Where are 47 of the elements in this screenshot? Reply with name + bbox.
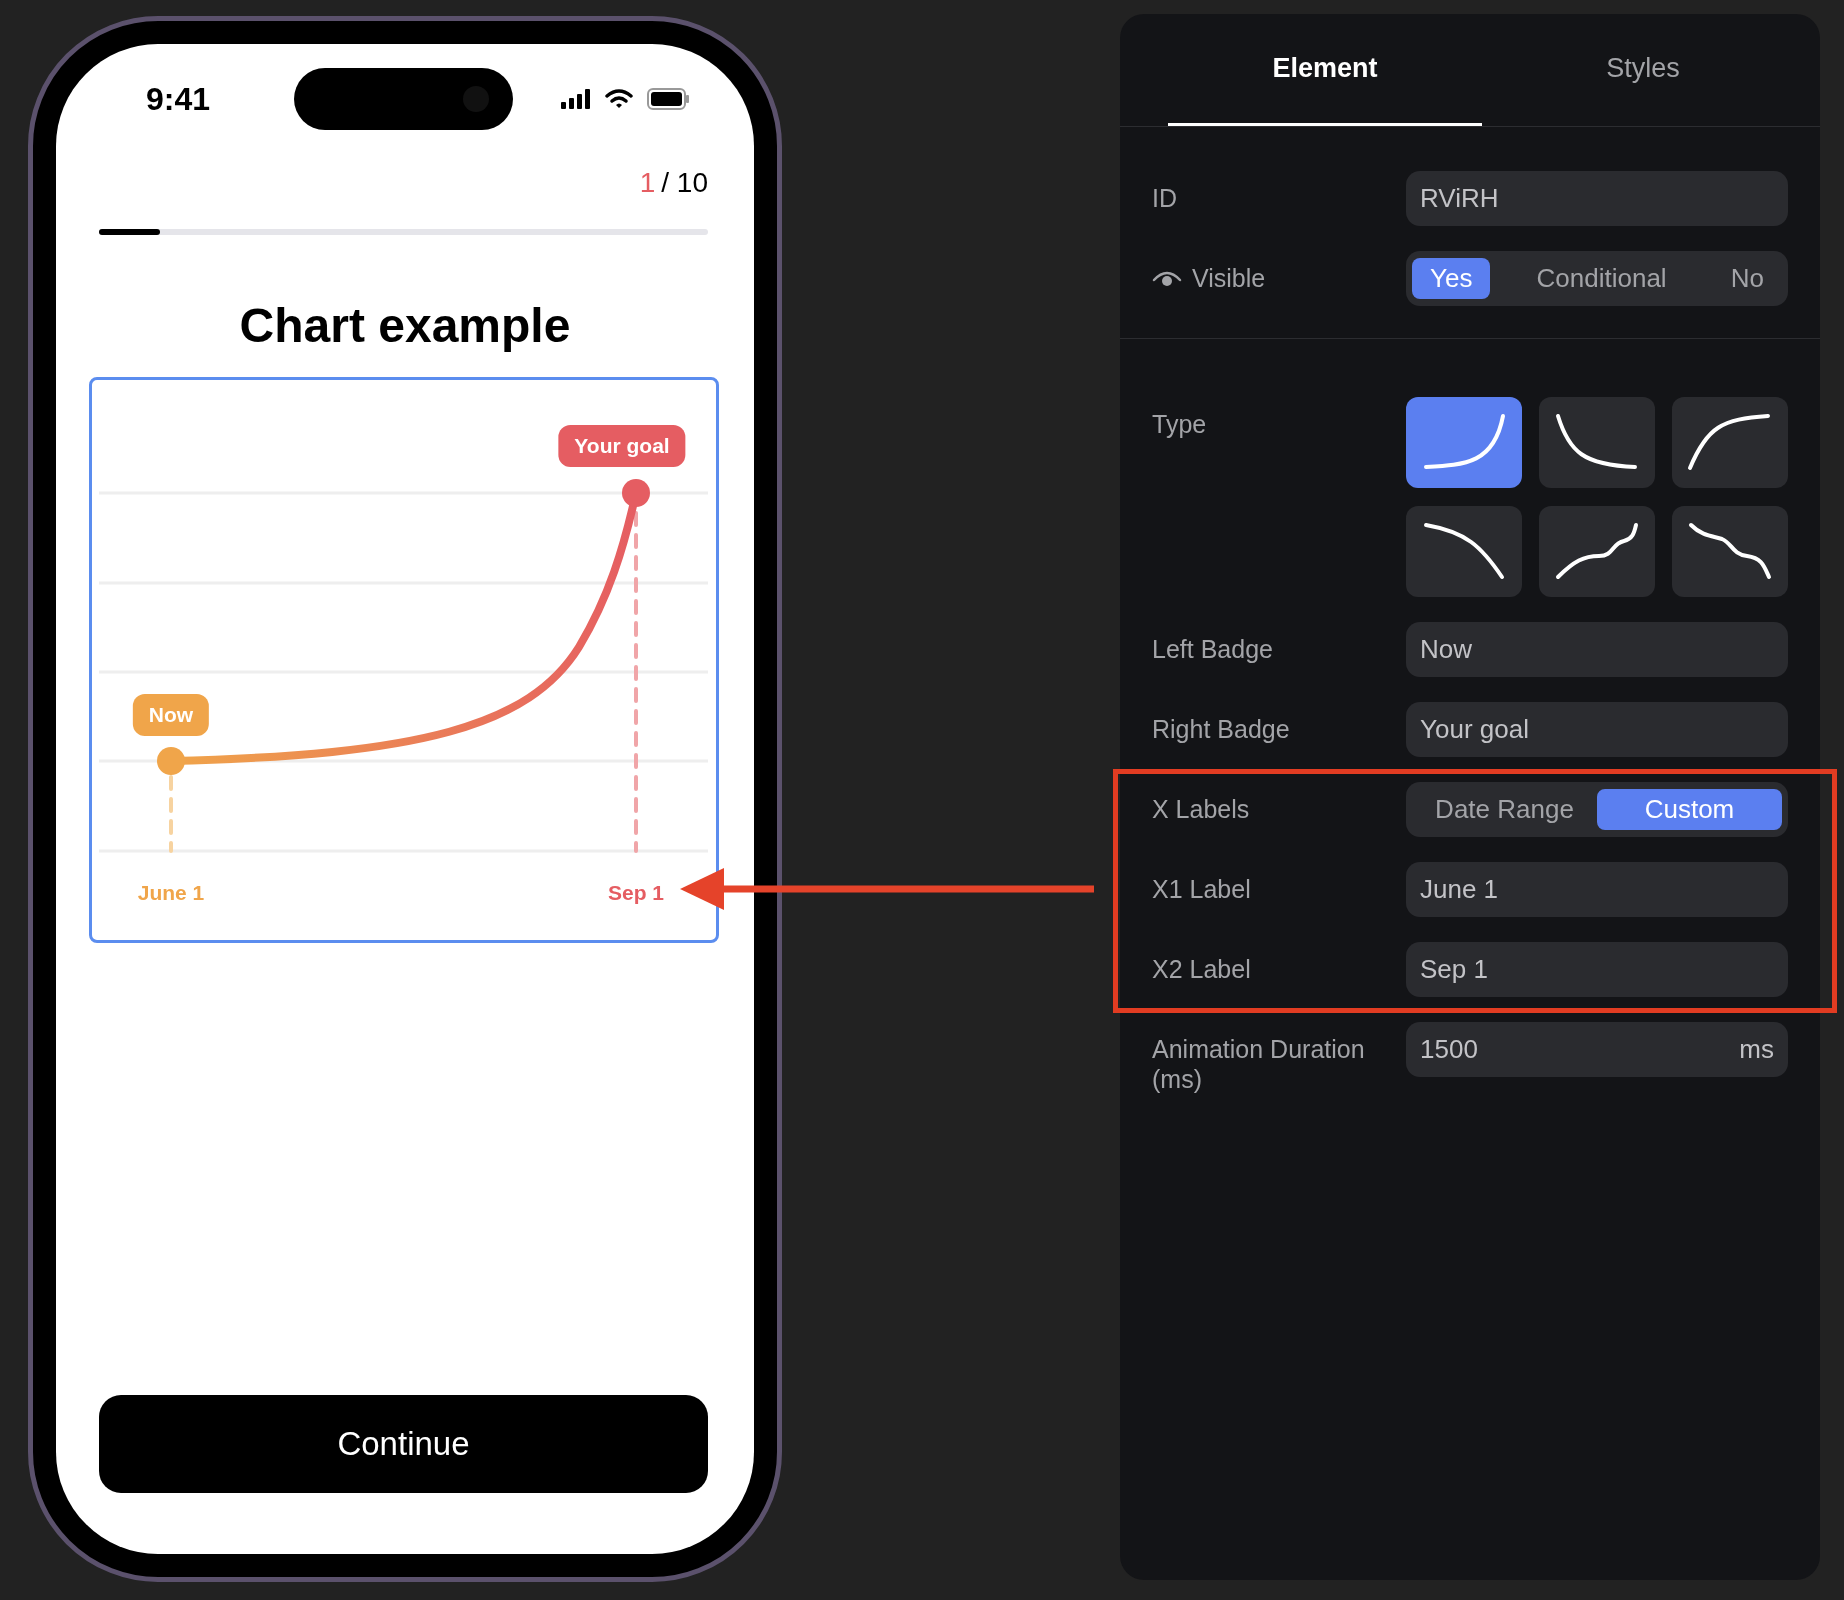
field-label: Right Badge (1152, 714, 1290, 744)
text-field[interactable]: Sep 1 (1406, 942, 1788, 997)
text-field[interactable]: RViRH (1406, 171, 1788, 226)
status-time: 9:41 (146, 80, 211, 118)
continue-button[interactable]: Continue (99, 1395, 708, 1493)
field-label: X1 Label (1152, 874, 1251, 904)
field-label: Type (1152, 409, 1207, 439)
step-current: 1 (639, 168, 656, 198)
curve-type-option[interactable] (1539, 506, 1655, 597)
segment-option[interactable]: Conditional (1518, 258, 1685, 299)
segment-option[interactable]: Date Range (1412, 789, 1597, 830)
text-field[interactable]: Now (1406, 622, 1788, 677)
curve-icon (1689, 523, 1771, 579)
signal-icon (561, 89, 591, 109)
text-field[interactable]: Your goal (1406, 702, 1788, 757)
segment-option[interactable]: Yes (1412, 258, 1491, 299)
field-label: X Labels (1152, 794, 1250, 824)
start-point (157, 747, 185, 775)
text-field[interactable]: June 1 (1406, 862, 1788, 917)
curve-icon (1556, 523, 1638, 579)
step-total: / 10 (661, 168, 708, 198)
curve-type-option[interactable] (1406, 506, 1522, 597)
segment-option[interactable]: No (1712, 258, 1782, 299)
curve-type-option[interactable] (1672, 506, 1788, 597)
chart-badge: Now (132, 694, 210, 736)
chart-badge: Your goal (558, 425, 686, 467)
screen-title: Chart example (238, 301, 572, 351)
field-label: Animation Duration (ms) (1152, 1034, 1366, 1094)
panel-tab[interactable]: Styles (1486, 14, 1800, 126)
number-field[interactable]: 1500 ms (1406, 1022, 1788, 1077)
curve-icon (1424, 414, 1505, 469)
field-label: ID (1152, 183, 1177, 213)
field-label: Visible (1192, 263, 1266, 293)
segment-option[interactable]: Custom (1597, 789, 1782, 830)
curve-icon (1688, 414, 1770, 470)
goal-point (622, 479, 650, 507)
curve-type-option[interactable] (1539, 397, 1655, 488)
field-label: Left Badge (1152, 634, 1273, 664)
axis-label: Sep 1 (608, 881, 664, 905)
axis-label: June 1 (137, 881, 205, 905)
panel-tab[interactable]: Element (1168, 14, 1482, 126)
wifi-icon (605, 89, 633, 109)
battery-icon (647, 88, 689, 110)
curve-type-option[interactable] (1672, 397, 1788, 488)
field-label: X2 Label (1152, 954, 1251, 984)
curve-icon (1556, 414, 1637, 469)
curve-icon (1424, 523, 1504, 579)
